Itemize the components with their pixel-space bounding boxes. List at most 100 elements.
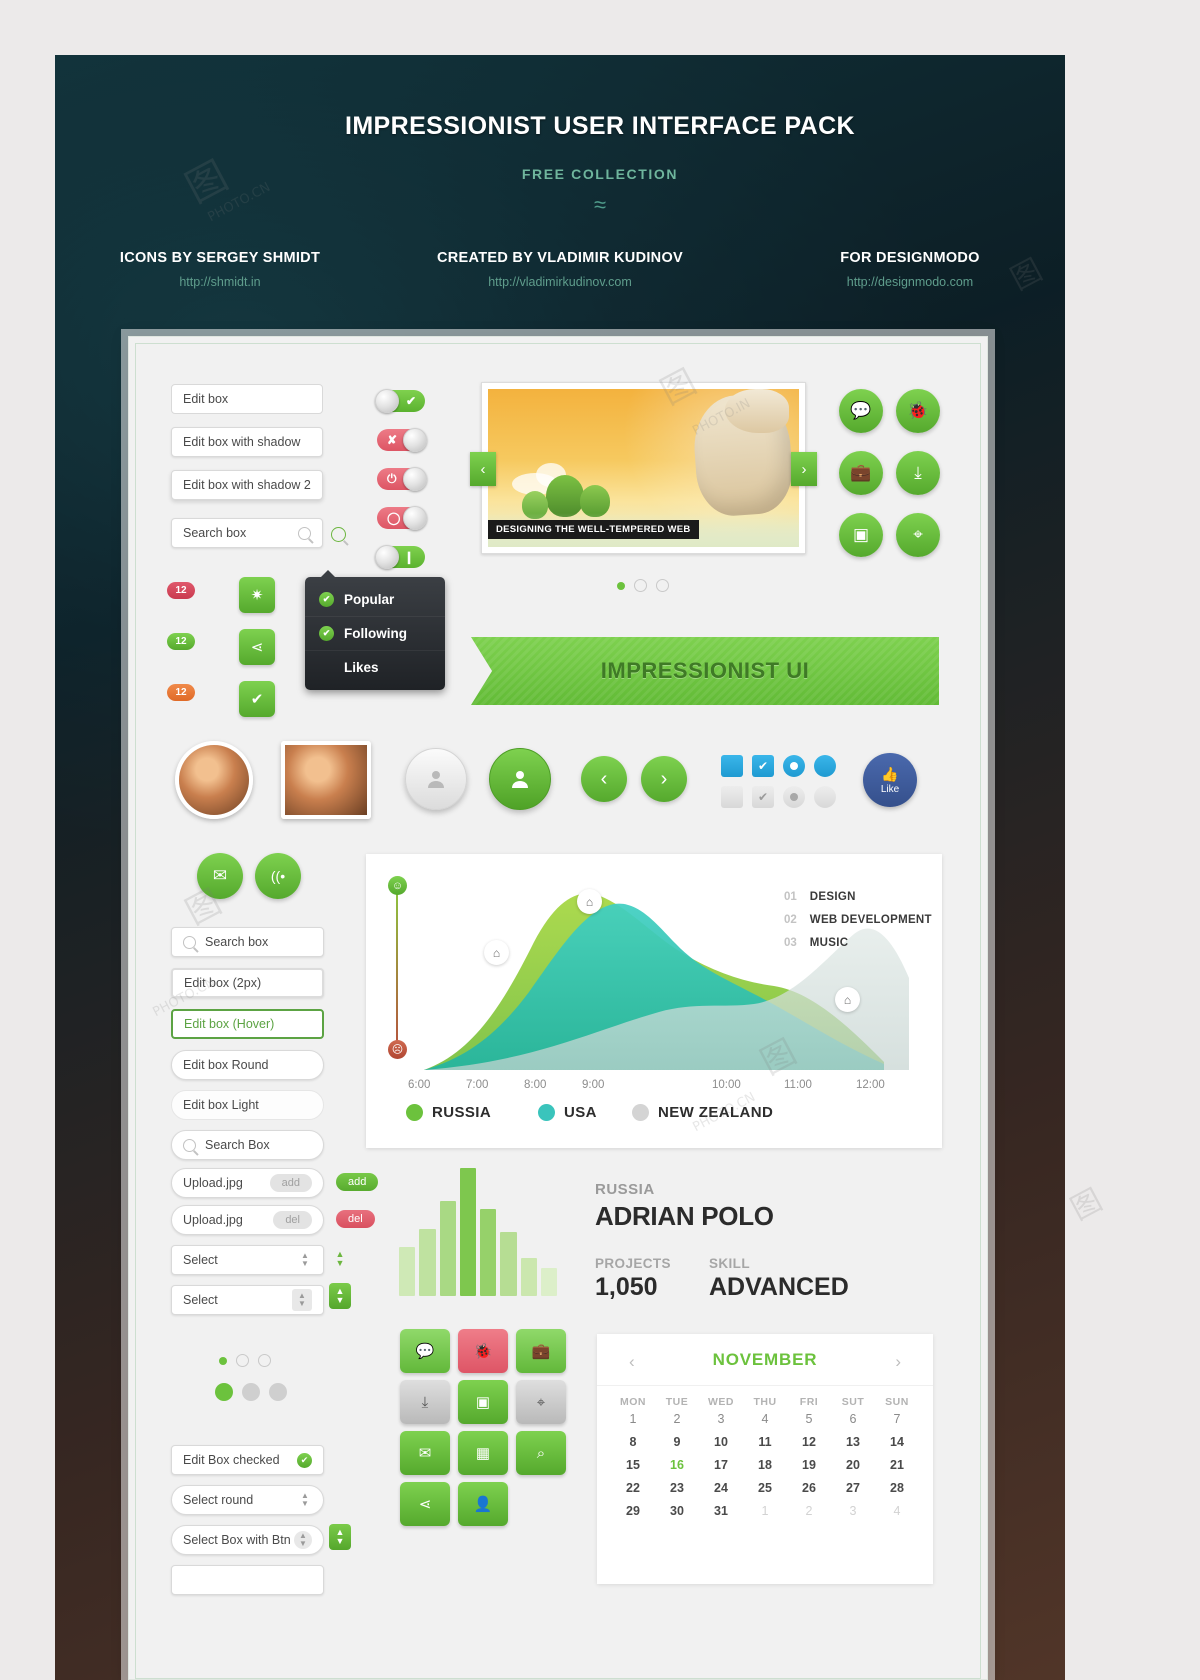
tile-chat-button[interactable]: 💬 [400,1329,450,1373]
carousel-dot[interactable] [656,579,669,592]
house-icon-1[interactable]: ⌂ [484,940,509,965]
calendar-day[interactable]: 2 [655,1412,699,1426]
edit-box-plain[interactable]: Edit box [171,384,323,414]
tile-person-button[interactable]: 👤 [458,1482,508,1526]
calendar-day[interactable]: 3 [699,1412,743,1426]
dropdown-item-likes[interactable]: Likes [305,651,445,684]
toggle-knob[interactable] [403,428,427,452]
rss-button[interactable]: ((• [255,853,301,899]
calendar-day[interactable]: 11 [743,1435,787,1449]
toggle-knob[interactable] [403,506,427,530]
checkbox-blue-checked[interactable]: ✔ [752,755,774,777]
search-box-row[interactable]: Search box [171,927,324,957]
tile-search-button[interactable]: ⌕ [516,1431,566,1475]
dropdown-item-following[interactable]: ✔ Following [305,617,445,651]
chevron-updown-icon[interactable]: ▲ ▼ [292,1289,312,1311]
calendar-next-button[interactable]: › [895,1352,901,1372]
calendar-widget[interactable]: ‹ NOVEMBER › MON TUE WED THU FRI SUT SUN… [597,1334,933,1584]
radio-inactive[interactable] [269,1383,287,1401]
chevron-updown-icon[interactable]: ▲ ▼ [298,1250,312,1270]
calendar-day[interactable]: 28 [875,1481,919,1495]
chevron-updown-icon[interactable]: ▲ ▼ [298,1490,312,1510]
image-carousel[interactable]: DESIGNING THE WELL-TEMPERED WEB ‹ › [470,382,817,554]
credit-url[interactable]: http://designmodo.com [760,275,1060,289]
radio-empty[interactable] [258,1354,271,1367]
credit-url[interactable]: http://shmidt.in [60,275,380,289]
radio-active[interactable] [219,1356,227,1365]
calendar-prev-button[interactable]: ‹ [629,1352,635,1372]
toggle-close[interactable]: ✘ [377,428,427,452]
checkbox-blue-empty[interactable] [721,755,743,777]
edit-box-round[interactable]: Edit box Round [171,1050,324,1080]
toggle-knob[interactable] [375,389,399,413]
calendar-day[interactable]: 25 [743,1481,787,1495]
toggle-knob[interactable] [403,467,427,491]
tile-image-button[interactable]: ▣ [458,1380,508,1424]
edit-box-shadow-2[interactable]: Edit box with shadow 2 [171,470,323,500]
calendar-day[interactable]: 4 [875,1504,919,1518]
calendar-day[interactable]: 31 [699,1504,743,1518]
calendar-day[interactable]: 7 [875,1412,919,1426]
calendar-day[interactable]: 13 [831,1435,875,1449]
calendar-day[interactable]: 30 [655,1504,699,1518]
radio-row-filled[interactable] [215,1383,287,1401]
edit-box-bottom[interactable] [171,1565,324,1595]
calendar-day[interactable]: 16 [655,1458,699,1472]
search-box-round[interactable]: Search Box [171,1130,324,1160]
tile-share-button[interactable]: ⋖ [400,1482,450,1526]
radio-blue-empty[interactable] [814,755,836,777]
chevron-updown-icon[interactable]: ▲ ▼ [294,1531,312,1549]
calendar-day[interactable]: 24 [699,1481,743,1495]
calendar-day[interactable]: 29 [611,1504,655,1518]
carousel-dot-active[interactable] [617,581,625,590]
nav-prev-button[interactable]: ‹ [581,756,627,802]
edit-box-shadow[interactable]: Edit box with shadow [171,427,323,457]
calendar-day[interactable]: 22 [611,1481,655,1495]
dropdown-item-popular[interactable]: ✔ Popular [305,583,445,617]
carousel-dots[interactable] [617,579,669,592]
tile-mail-button[interactable]: ✉ [400,1431,450,1475]
calendar-day[interactable]: 2 [787,1504,831,1518]
bug-button[interactable]: 🐞 [896,389,940,433]
radio-empty[interactable] [236,1354,249,1367]
checkbox-grey-checked[interactable]: ✔ [752,786,774,808]
edit-box-light[interactable]: Edit box Light [171,1090,324,1120]
edit-box-2px[interactable]: Edit box (2px) [171,968,324,998]
tile-location-button[interactable]: ⌖ [516,1380,566,1424]
briefcase-button[interactable]: 💼 [839,451,883,495]
tile-bug-button[interactable]: 🐞 [458,1329,508,1373]
person-button-inactive[interactable] [405,748,467,810]
select-round[interactable]: Select round ▲ ▼ [171,1485,324,1515]
carousel-prev-button[interactable]: ‹ [470,452,496,486]
calendar-day[interactable]: 18 [743,1458,787,1472]
calendar-day[interactable]: 5 [787,1412,831,1426]
calendar-day[interactable]: 9 [655,1435,699,1449]
house-icon-3[interactable]: ⌂ [835,987,860,1012]
radio-inactive[interactable] [242,1383,260,1401]
toggle-pause[interactable]: ❙ [375,545,425,569]
calendar-day[interactable]: 10 [699,1435,743,1449]
radio-blue-selected[interactable] [783,755,805,777]
select-plain[interactable]: Select ▲ ▼ [171,1245,324,1275]
calendar-day[interactable]: 12 [787,1435,831,1449]
add-button-green[interactable]: add [336,1173,379,1191]
toggle-knob[interactable] [375,545,399,569]
calendar-day[interactable]: 8 [611,1435,655,1449]
stepper-button-green[interactable]: ▲ ▼ [329,1283,351,1309]
share-button[interactable]: ⋖ [239,629,275,665]
calendar-grid[interactable]: 1 2 3 4 5 6 7 8 9 10 11 12 13 14 15 16 17 18 19 20 21 22 23 24 2… [597,1412,933,1518]
house-icon-2[interactable]: ⌂ [577,889,602,914]
calendar-day[interactable]: 17 [699,1458,743,1472]
check-button[interactable]: ✔ [239,681,275,717]
like-button[interactable]: 👍 Like [863,753,917,807]
tile-calendar-button[interactable]: ▦ [458,1431,508,1475]
calendar-day[interactable]: 14 [875,1435,919,1449]
calendar-day[interactable]: 23 [655,1481,699,1495]
dropdown-menu[interactable]: ✔ Popular ✔ Following Likes [305,570,445,690]
upload-row-add[interactable]: Upload.jpg add [171,1168,324,1198]
select-boxed[interactable]: Select ▲ ▼ [171,1285,324,1315]
toggle-record[interactable]: ◯ [377,506,427,530]
radio-active[interactable] [215,1383,233,1401]
credit-url[interactable]: http://vladimirkudinov.com [400,275,720,289]
search-icon-green[interactable] [331,527,346,542]
